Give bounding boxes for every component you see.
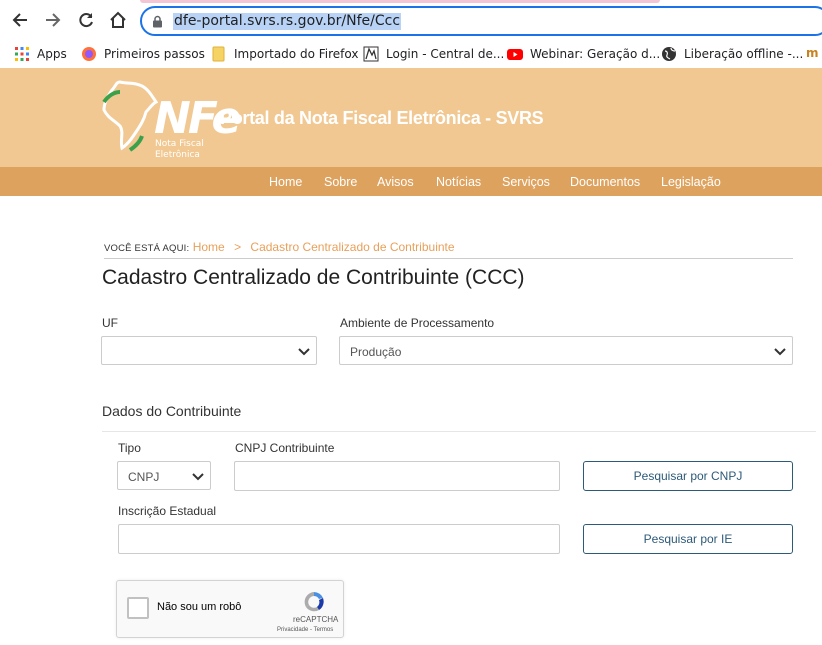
tab-strip-edge xyxy=(140,0,660,3)
cnpj-input[interactable] xyxy=(234,461,560,491)
url-text[interactable]: dfe-portal.svrs.rs.gov.br/Nfe/Ccc xyxy=(173,13,402,30)
nav-documentos[interactable]: Documentos xyxy=(570,175,640,189)
tipo-select-value: CNPJ xyxy=(128,470,160,484)
breadcrumb-current[interactable]: Cadastro Centralizado de Contribuinte xyxy=(250,240,454,254)
nav-home[interactable]: Home xyxy=(269,175,302,189)
back-icon[interactable] xyxy=(10,10,30,30)
bookmark-label: Liberação offline -... xyxy=(684,47,804,61)
uf-select[interactable] xyxy=(101,336,317,365)
address-bar[interactable]: dfe-portal.svrs.rs.gov.br/Nfe/Ccc xyxy=(140,6,822,36)
lock-icon[interactable] xyxy=(152,15,163,33)
firefox-icon xyxy=(81,46,97,62)
bookmark-label: Apps xyxy=(37,47,67,61)
uf-label: UF xyxy=(102,316,118,330)
bookmark-login-central[interactable]: Login - Central de... xyxy=(363,46,504,62)
forward-icon[interactable] xyxy=(43,10,63,30)
breadcrumb-prefix: VOCÊ ESTÁ AQUI: xyxy=(104,243,190,254)
brazil-map-logo-icon xyxy=(102,80,159,152)
recaptcha-terms-link[interactable]: Privacidade - Termos xyxy=(277,627,333,633)
browser-toolbar: dfe-portal.svrs.rs.gov.br/Nfe/Ccc xyxy=(0,0,822,40)
nav-servicos[interactable]: Serviços xyxy=(502,175,550,189)
search-ie-button[interactable]: Pesquisar por IE xyxy=(583,524,793,554)
reload-icon[interactable] xyxy=(76,10,96,30)
cnpj-label: CNPJ Contribuinte xyxy=(235,441,335,455)
ie-input[interactable] xyxy=(118,524,560,554)
breadcrumb-home-link[interactable]: Home xyxy=(193,240,225,254)
nav-noticias[interactable]: Notícias xyxy=(436,175,481,189)
home-icon[interactable] xyxy=(108,10,128,30)
main-nav: Home Sobre Avisos Notícias Serviços Docu… xyxy=(0,167,822,196)
recaptcha-checkbox[interactable] xyxy=(127,597,149,619)
apps-grid-icon xyxy=(14,46,30,62)
nav-avisos[interactable]: Avisos xyxy=(377,175,414,189)
tipo-label: Tipo xyxy=(118,441,141,455)
section-divider xyxy=(102,431,816,432)
bookmark-label: Primeiros passos xyxy=(104,47,205,61)
bookmark-apps[interactable]: Apps xyxy=(14,46,67,62)
nav-sobre[interactable]: Sobre xyxy=(324,175,357,189)
folder-icon xyxy=(211,46,227,62)
ms-logo-icon xyxy=(363,46,379,62)
bookmark-primeiros-passos[interactable]: Primeiros passos xyxy=(81,46,205,62)
bookmark-overflow-icon[interactable]: m xyxy=(806,46,819,60)
recaptcha-brand: reCAPTCHA xyxy=(293,615,339,624)
bookmark-label: Login - Central de... xyxy=(386,47,505,61)
youtube-icon xyxy=(507,46,523,62)
site-title[interactable]: Portal da Nota Fiscal Eletrônica - SVRS xyxy=(220,108,544,129)
ie-label: Inscrição Estadual xyxy=(118,504,217,518)
breadcrumb-divider xyxy=(104,258,793,259)
breadcrumb-separator: > xyxy=(234,240,242,254)
section-title-dados: Dados do Contribuinte xyxy=(102,403,242,419)
breadcrumb: VOCÊ ESTÁ AQUI: Home > Cadastro Centrali… xyxy=(104,240,455,254)
bookmark-webinar[interactable]: Webinar: Geração d... xyxy=(507,46,660,62)
recaptcha-label: Não sou um robô xyxy=(157,601,242,613)
bookmark-importado-firefox[interactable]: Importado do Firefox xyxy=(211,46,358,62)
bookmark-label: Importado do Firefox xyxy=(234,47,359,61)
chevron-down-icon xyxy=(192,471,204,485)
logo-subtitle-1: Nota Fiscal xyxy=(155,139,204,149)
nav-legislacao[interactable]: Legislação xyxy=(661,175,721,189)
recaptcha-widget: Não sou um robô reCAPTCHA Privacidade - … xyxy=(116,580,344,638)
ambiente-select-value: Produção xyxy=(350,345,402,359)
bookmark-liberacao-offline[interactable]: Liberação offline -... xyxy=(661,46,803,62)
page-title: Cadastro Centralizado de Contribuinte (C… xyxy=(102,266,525,289)
chevron-down-icon xyxy=(774,346,786,360)
bookmark-label: Webinar: Geração d... xyxy=(530,47,661,61)
logo-subtitle-2: Eletrônica xyxy=(155,150,200,160)
recaptcha-logo-icon xyxy=(304,592,324,612)
tipo-select[interactable]: CNPJ xyxy=(117,461,211,490)
chevron-down-icon xyxy=(298,346,310,360)
globe-icon xyxy=(661,46,677,62)
search-cnpj-button[interactable]: Pesquisar por CNPJ xyxy=(583,461,793,491)
bookmarks-bar: Apps Primeiros passos Importado do Firef… xyxy=(0,40,822,69)
ambiente-select[interactable]: Produção xyxy=(339,336,793,365)
ambiente-label: Ambiente de Processamento xyxy=(340,316,495,330)
